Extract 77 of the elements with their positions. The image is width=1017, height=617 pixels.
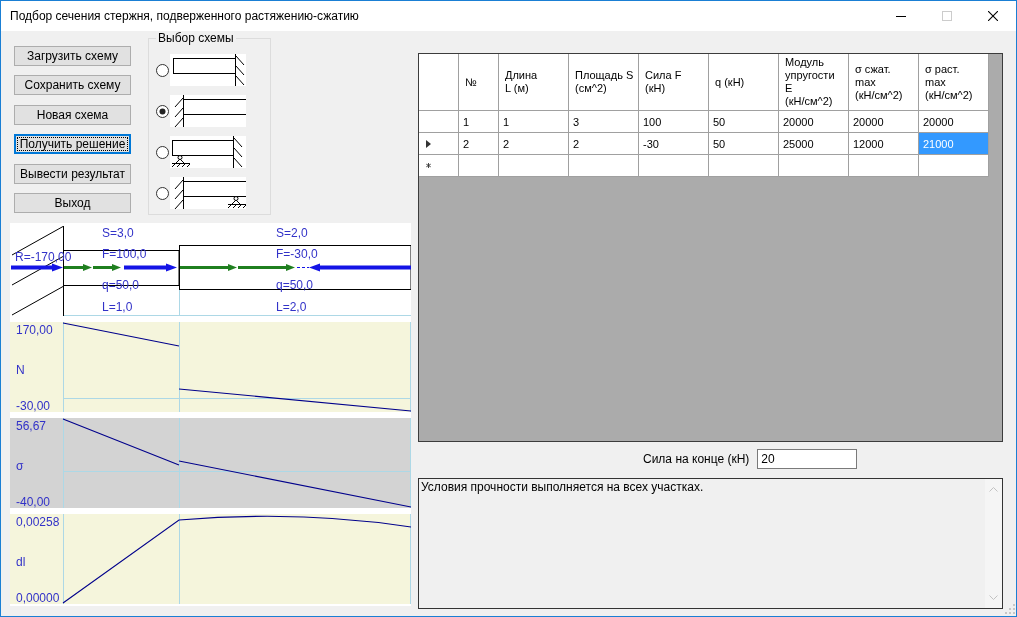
table-cell[interactable]: 20000 (919, 111, 989, 133)
max-value-label: 0,00258 (16, 515, 60, 529)
radio-button[interactable] (156, 186, 169, 200)
row-header[interactable] (419, 133, 459, 155)
table-cell[interactable]: 100 (639, 111, 709, 133)
new-scheme-button[interactable]: Новая схема (14, 104, 131, 125)
table-cell[interactable] (919, 155, 989, 177)
exit-button[interactable]: Выход (14, 192, 131, 213)
min-value-label: -40,00 (16, 495, 51, 508)
axis-label: dl (16, 555, 26, 569)
radio-button[interactable] (156, 63, 169, 77)
table-cell[interactable]: -30 (639, 133, 709, 155)
scroll-down-icon (989, 595, 998, 600)
length-label: L=1,0 (102, 300, 133, 314)
area-label: S=3,0 (102, 226, 134, 240)
beam-wall-left-support-icon (170, 177, 246, 209)
table-cell[interactable]: 2 (499, 133, 569, 155)
table-cell[interactable]: 20000 (849, 111, 919, 133)
min-value-label: -30,00 (16, 399, 51, 412)
scroll-up-icon (989, 487, 998, 492)
max-value-label: 56,67 (16, 419, 47, 433)
force-label: F=100,0 (102, 247, 147, 261)
column-header[interactable]: № (459, 54, 499, 111)
table-cell[interactable] (639, 155, 709, 177)
table-cell[interactable]: 2 (459, 133, 499, 155)
row-header[interactable] (419, 155, 459, 177)
table-cell[interactable]: 25000 (779, 133, 849, 155)
resize-grip-icon[interactable] (1005, 604, 1015, 614)
table-cell[interactable] (849, 155, 919, 177)
beam-wall-left-icon (170, 95, 246, 127)
vertical-scrollbar[interactable] (985, 479, 1002, 608)
radio-button[interactable] (156, 145, 169, 159)
table-cell[interactable] (459, 155, 499, 177)
length-label: L=2,0 (276, 300, 307, 314)
save-scheme-button[interactable]: Сохранить схему (14, 75, 131, 96)
current-row-icon (426, 139, 431, 148)
radio-button[interactable] (156, 104, 169, 118)
area-label: S=2,0 (276, 226, 308, 240)
table-cell[interactable] (709, 155, 779, 177)
table-cell[interactable]: 50 (709, 111, 779, 133)
close-icon (988, 11, 998, 21)
max-value-label: 170,00 (16, 323, 53, 337)
maximize-icon (942, 11, 952, 21)
new-row-icon (426, 163, 431, 168)
column-header[interactable]: σ раст. max (кН/см^2) (919, 54, 989, 111)
result-textbox[interactable]: Условия прочности выполняется на всех участках. (418, 478, 1003, 609)
solve-button[interactable]: Получить решение (14, 134, 131, 155)
table-cell[interactable] (779, 155, 849, 177)
column-header[interactable]: q (кН) (709, 54, 779, 111)
column-header[interactable]: Сила F (кН) (639, 54, 709, 111)
table-cell[interactable]: 50 (709, 133, 779, 155)
column-header[interactable]: σ сжат. max (кН/см^2) (849, 54, 919, 111)
minimize-icon (896, 15, 906, 17)
table-cell[interactable]: 1 (499, 111, 569, 133)
table-cell[interactable]: 3 (569, 111, 639, 133)
table-cell[interactable] (499, 155, 569, 177)
end-force-input[interactable]: 20 (757, 449, 858, 469)
group-title: Выбор схемы (157, 31, 235, 45)
beam-wall-right-support-icon (170, 136, 246, 168)
beam-wall-right-icon (170, 54, 246, 86)
output-result-button[interactable]: Вывести результат (14, 163, 131, 184)
min-value-label: 0,00000 (16, 591, 60, 604)
axis-label: N (16, 363, 25, 377)
row-header[interactable] (419, 111, 459, 133)
window-title: Подбор сечения стержня, подверженного растяжению-сжатию (10, 9, 359, 23)
table-cell[interactable]: 2 (569, 133, 639, 155)
table-cell[interactable] (569, 155, 639, 177)
column-header[interactable]: Модуль упругости E (кН/см^2) (779, 54, 849, 111)
column-header[interactable]: Площадь S (см^2) (569, 54, 639, 111)
end-force-label: Сила на конце (кН) (643, 452, 750, 466)
table-cell[interactable]: 1 (459, 111, 499, 133)
column-header[interactable]: Длина L (м) (499, 54, 569, 111)
load-scheme-button[interactable]: Загрузить схему (14, 46, 131, 66)
axis-label: σ (16, 459, 24, 473)
grid-corner-header[interactable] (419, 54, 459, 111)
table-cell[interactable]: 20000 (779, 111, 849, 133)
table-cell[interactable]: 12000 (849, 133, 919, 155)
